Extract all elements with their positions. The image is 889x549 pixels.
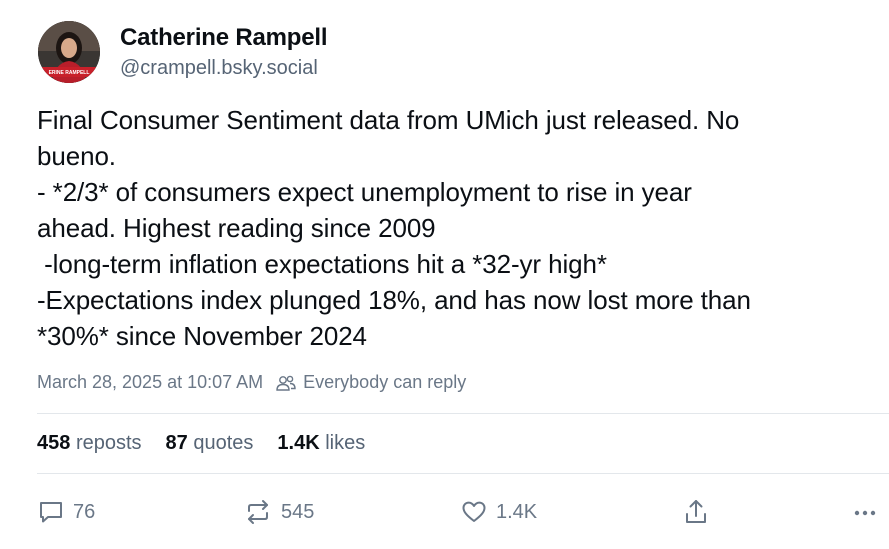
post-text-line: -long-term inflation expectations hit a …: [37, 249, 607, 279]
likes-stat[interactable]: 1.4K likes: [277, 432, 365, 455]
repost-arrows-icon: [243, 498, 273, 526]
post-text-line: bueno.: [37, 141, 116, 171]
post-text-line: *30%* since November 2024: [37, 321, 367, 351]
quotes-count: 87: [165, 432, 188, 454]
reposts-label: reposts: [75, 432, 142, 454]
more-dots-icon: [852, 498, 878, 526]
more-options-button[interactable]: [852, 494, 878, 530]
reply-count: 76: [73, 500, 96, 523]
like-button[interactable]: 1.4K: [460, 494, 537, 530]
reply-setting[interactable]: Everybody can reply: [303, 372, 466, 393]
post-text: Final Consumer Sentiment data from UMich…: [37, 102, 867, 354]
post-text-line: Final Consumer Sentiment data from UMich…: [37, 105, 740, 135]
author-name[interactable]: Catherine Rampell: [120, 24, 328, 52]
like-count: 1.4K: [496, 500, 538, 523]
reposts-count: 458: [37, 432, 71, 454]
quotes-stat[interactable]: 87 quotes: [166, 432, 254, 455]
share-button[interactable]: [682, 494, 710, 530]
likes-count: 1.4K: [277, 432, 320, 454]
post-meta: March 28, 2025 at 10:07 AM Everybody can…: [37, 372, 466, 393]
people-icon: [275, 374, 297, 392]
avatar-caption: ERINE RAMPELL: [49, 70, 90, 76]
post-card: ERINE RAMPELL Catherine Rampell @crampel…: [0, 0, 889, 549]
post-stats: 458 reposts 87 quotes 1.4K likes: [37, 432, 389, 455]
reply-button[interactable]: 76: [37, 494, 95, 530]
share-upload-icon: [682, 497, 710, 527]
divider: [37, 473, 889, 474]
post-text-line: -Expectations index plunged 18%, and has…: [37, 285, 751, 315]
post-text-line: - *2/3* of consumers expect unemployment…: [37, 177, 692, 207]
reposts-stat[interactable]: 458 reposts: [37, 432, 142, 455]
speech-bubble-icon: [37, 498, 65, 526]
divider: [37, 413, 889, 414]
author-handle[interactable]: @crampell.bsky.social: [120, 57, 318, 80]
likes-label: likes: [325, 432, 366, 454]
repost-button[interactable]: 545: [243, 494, 314, 530]
quotes-label: quotes: [193, 432, 254, 454]
heart-icon: [460, 498, 488, 526]
repost-count: 545: [281, 500, 315, 523]
post-timestamp[interactable]: March 28, 2025 at 10:07 AM: [37, 372, 263, 393]
post-text-line: ahead. Highest reading since 2009: [37, 213, 436, 243]
action-bar: 76 545 1.4K: [0, 494, 889, 530]
avatar[interactable]: ERINE RAMPELL: [38, 21, 100, 83]
